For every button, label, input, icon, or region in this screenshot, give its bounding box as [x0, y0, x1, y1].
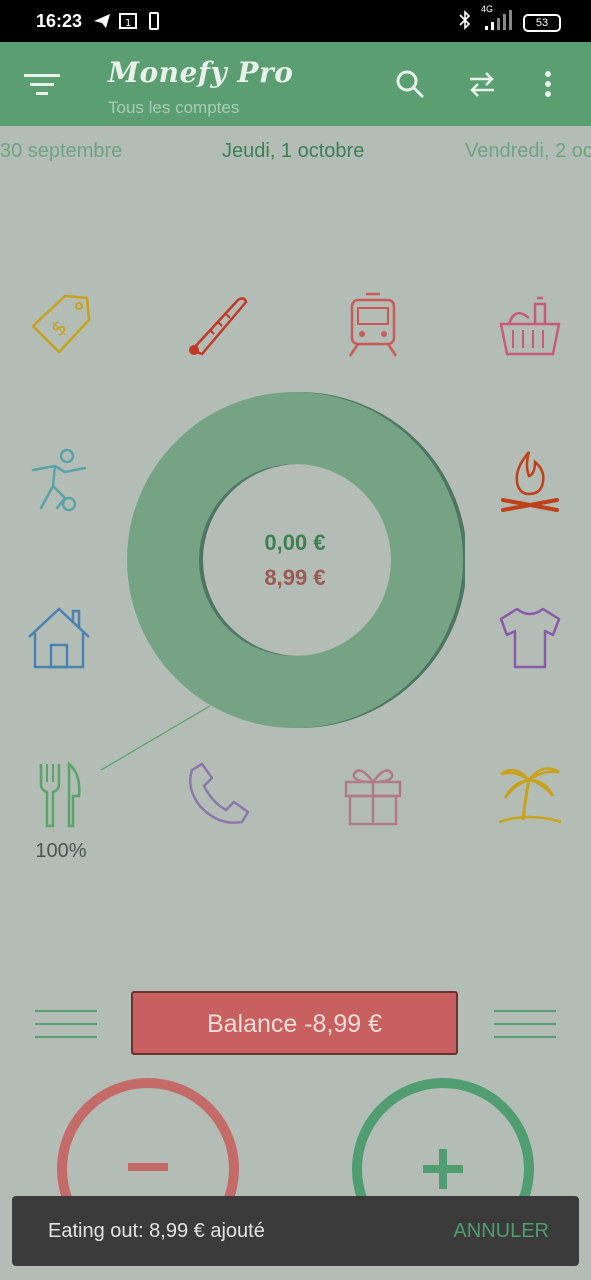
filter-menu-button[interactable]	[24, 72, 60, 96]
list-lines-icon	[494, 1010, 556, 1038]
date-next[interactable]: Vendredi, 2 oc	[465, 140, 591, 163]
leader-line	[100, 705, 211, 771]
category-clothes[interactable]	[495, 603, 565, 673]
search-icon	[396, 70, 425, 99]
undo-button[interactable]: ANNULER	[453, 1220, 549, 1243]
app-bar: Monefy Pro Tous les comptes	[0, 42, 591, 126]
status-bar: 16:23 1 4G 53	[0, 0, 591, 42]
app-title: Monefy Pro	[108, 56, 294, 89]
category-travel[interactable]	[495, 760, 565, 830]
house-icon	[28, 607, 90, 669]
thermometer-icon	[189, 297, 248, 356]
list-lines-icon	[35, 1010, 97, 1038]
more-options-button[interactable]	[538, 68, 558, 100]
svg-text:$: $	[46, 315, 72, 341]
bluetooth-icon	[459, 10, 471, 35]
category-health[interactable]	[182, 290, 252, 360]
train-icon	[348, 292, 398, 357]
signal-icon: 4G	[481, 4, 513, 35]
price-tag-icon: $	[31, 294, 91, 354]
gift-icon	[344, 769, 402, 826]
category-utilities[interactable]	[495, 446, 565, 516]
income-total: 0,00 €	[264, 530, 326, 555]
more-vert-icon	[545, 71, 551, 97]
grocery-basket-icon	[499, 296, 561, 356]
search-button[interactable]	[394, 68, 426, 100]
football-player-icon	[31, 448, 87, 512]
category-percentage: 100%	[35, 840, 87, 862]
snackbar: Eating out: 8,99 € ajouté ANNULER	[12, 1196, 579, 1266]
transfer-arrows-icon	[470, 72, 494, 97]
battery-icon: 53	[523, 13, 561, 32]
income-list-button[interactable]	[494, 1006, 556, 1042]
category-house[interactable]	[25, 603, 95, 673]
account-selector[interactable]: Tous les comptes	[108, 98, 239, 118]
date-previous[interactable]: 30 septembre	[0, 140, 122, 163]
snackbar-message: Eating out: 8,99 € ajouté	[48, 1220, 265, 1242]
category-groceries[interactable]	[495, 290, 565, 360]
svg-text:1: 1	[125, 18, 131, 29]
expense-list-button[interactable]	[35, 1006, 97, 1042]
campfire-icon	[501, 451, 559, 512]
category-gifts[interactable]	[338, 760, 408, 830]
category-transport[interactable]	[338, 290, 408, 360]
category-sports[interactable]	[25, 446, 95, 516]
status-time: 16:23	[36, 11, 83, 31]
fork-knife-icon	[39, 761, 81, 828]
date-navigator[interactable]: 30 septembre Jeudi, 1 octobre Vendredi, …	[0, 136, 591, 170]
expense-donut-chart[interactable]	[125, 390, 465, 730]
filter-menu-icon	[24, 74, 60, 95]
minus-icon	[128, 1163, 168, 1171]
balance-button[interactable]: Balance -8,99 €	[131, 991, 458, 1055]
status-notification-icons: 1	[92, 12, 162, 35]
category-eating-out[interactable]	[25, 760, 95, 830]
transfer-button[interactable]	[466, 68, 498, 100]
tshirt-icon	[499, 607, 561, 669]
expense-total: 8,99 €	[264, 565, 326, 590]
palm-tree-icon	[498, 767, 562, 824]
category-price-tag[interactable]: $	[25, 290, 95, 360]
plus-icon	[423, 1149, 463, 1189]
date-current[interactable]: Jeudi, 1 octobre	[222, 140, 364, 163]
